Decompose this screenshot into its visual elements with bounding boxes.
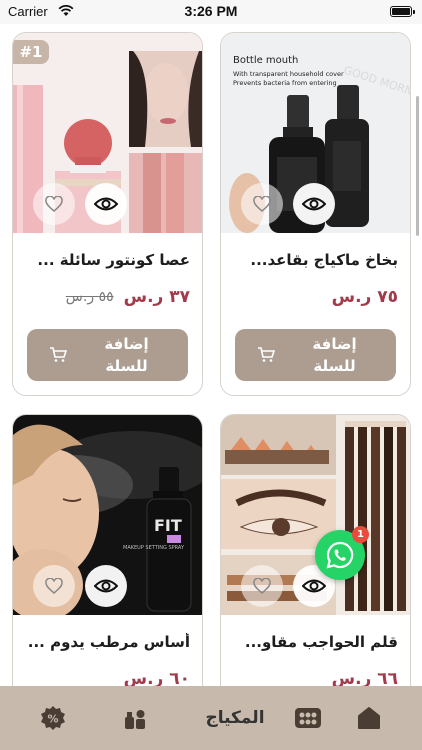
wishlist-button[interactable] [33, 565, 75, 607]
eye-icon [94, 579, 118, 593]
tab-cosmetics[interactable] [120, 704, 150, 732]
product-card[interactable]: Bottle mouth With transparent household … [220, 32, 411, 396]
photo-caption: MAKEUP SETTING SPRAY [123, 545, 185, 551]
photo-caption: Prevents bacteria from entering [233, 79, 337, 87]
status-bar: Carrier 3:26 PM [0, 0, 422, 24]
original-price: ٥٥ ر.س [65, 289, 114, 305]
cart-icon [49, 347, 67, 362]
heart-icon [45, 578, 63, 594]
price-row: ٣٧ ر.س ٥٥ ر.س [23, 285, 190, 309]
price-row: ٦٦ ر.س [231, 667, 398, 686]
product-title[interactable]: بخاخ ماكياج بقاعد... [231, 251, 398, 269]
product-grid[interactable]: #1 عصا كونتور سائلة ... ٣٧ ر.س ٥٥ ر.س إض… [0, 24, 422, 686]
heart-icon [253, 196, 271, 212]
quick-view-button[interactable] [85, 565, 127, 607]
discount-badge-icon: % [41, 706, 65, 730]
wishlist-button[interactable] [33, 183, 75, 225]
scroll-indicator[interactable] [416, 96, 419, 236]
home-icon [358, 707, 380, 729]
product-price: ٧٥ ر.س [331, 287, 398, 307]
photo-caption: With transparent household cover [233, 70, 344, 78]
eye-icon [302, 579, 326, 593]
add-to-cart-button[interactable]: إضافة للسلة [27, 329, 188, 381]
product-title[interactable]: أساس مرطب يدوم ... [23, 633, 190, 651]
quick-view-button[interactable] [293, 183, 335, 225]
product-title[interactable]: عصا كونتور سائلة ... [23, 251, 190, 269]
price-row: ٦٠ ر.س [23, 667, 190, 686]
whatsapp-icon [326, 541, 354, 569]
tab-makeup[interactable]: المكياج [200, 704, 270, 732]
heart-icon [45, 196, 63, 212]
whatsapp-button[interactable]: 1 [315, 526, 369, 580]
clock: 3:26 PM [184, 3, 238, 19]
photo-caption: Bottle mouth [233, 55, 298, 66]
add-to-cart-button[interactable]: إضافة للسلة [235, 329, 396, 381]
photo-caption: FIT [154, 516, 182, 535]
eyeshadow-palette-icon [295, 708, 321, 728]
rank-badge: #1 [13, 40, 49, 64]
tab-palette[interactable] [292, 704, 324, 732]
heart-icon [253, 578, 271, 594]
svg-text:%: % [47, 713, 58, 726]
tab-home[interactable] [354, 704, 384, 732]
wishlist-button[interactable] [241, 183, 283, 225]
product-price: ٦٦ ر.س [331, 669, 398, 686]
product-card[interactable]: FIT MAKEUP SETTING SPRAY أساس مرطب يدوم … [12, 414, 203, 686]
cart-icon [257, 347, 275, 362]
add-to-cart-label: إضافة للسلة [312, 335, 357, 375]
quick-view-button[interactable] [85, 183, 127, 225]
product-price: ٣٧ ر.س [123, 287, 190, 307]
product-card[interactable]: #1 عصا كونتور سائلة ... ٣٧ ر.س ٥٥ ر.س إض… [12, 32, 203, 396]
tab-bar: % المكياج [0, 686, 422, 750]
tab-makeup-label: المكياج [205, 708, 265, 728]
battery-icon [390, 6, 415, 17]
eye-icon [302, 197, 326, 211]
tab-offers[interactable]: % [38, 704, 68, 732]
eye-icon [94, 197, 118, 211]
product-price: ٦٠ ر.س [123, 669, 190, 686]
wishlist-button[interactable] [241, 565, 283, 607]
price-row: ٧٥ ر.س [231, 285, 398, 309]
add-to-cart-label: إضافة للسلة [104, 335, 149, 375]
cosmetics-icon [125, 710, 145, 729]
product-title[interactable]: قلم الحواجب مقاو... [231, 633, 398, 651]
notification-badge: 1 [352, 526, 369, 543]
